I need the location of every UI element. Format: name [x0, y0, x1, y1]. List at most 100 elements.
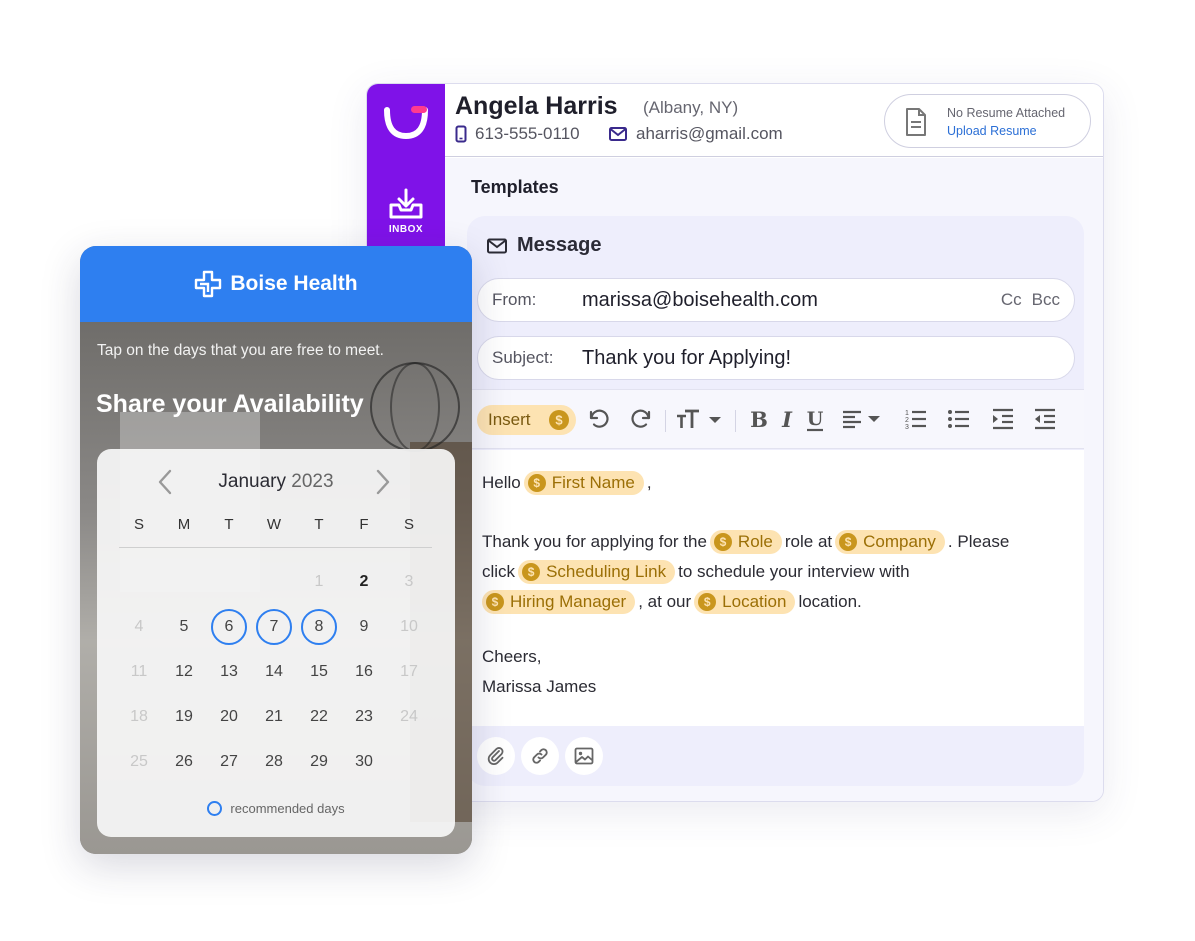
calendar-day[interactable]: 3	[389, 562, 429, 602]
contact-header: Angela Harris (Albany, NY) 613-555-0110 …	[445, 84, 1103, 157]
calendar-day-recommended[interactable]: 7	[256, 609, 292, 645]
redo-icon[interactable]	[629, 407, 653, 431]
email-panel: INBOX Angela Harris (Albany, NY) 613-555…	[366, 83, 1104, 802]
body-line: Marissa James	[482, 677, 596, 697]
outdent-icon[interactable]	[1033, 407, 1057, 431]
italic-icon[interactable]: I	[777, 407, 797, 431]
from-field[interactable]: From: marissa@boisehealth.com Cc Bcc	[477, 278, 1075, 322]
message-body-editor[interactable]: Hello $ First Name , Thank you for applyi…	[467, 450, 1084, 726]
contact-phone-text: 613-555-0110	[475, 124, 580, 143]
inbox-icon	[389, 188, 423, 219]
svg-text:1: 1	[905, 410, 909, 417]
calendar-day-recommended[interactable]: 8	[301, 609, 337, 645]
calendar-day[interactable]: 30	[344, 742, 384, 782]
calendar-day[interactable]: 20	[209, 697, 249, 737]
body-line: Thank you for applying for the $ Role rol…	[482, 530, 1009, 554]
calendar-day[interactable]: 13	[209, 652, 249, 692]
calendar-divider	[119, 547, 432, 548]
toolbar-divider	[735, 410, 736, 432]
token-first-name[interactable]: $ First Name	[523, 471, 644, 495]
svg-text:3: 3	[905, 424, 909, 431]
calendar-day[interactable]: 25	[119, 742, 159, 782]
calendar-day[interactable]: 28	[254, 742, 294, 782]
svg-text:B: B	[750, 407, 768, 431]
calendar-day[interactable]: 27	[209, 742, 249, 782]
image-icon	[574, 747, 594, 765]
calendar-day[interactable]: 14	[254, 652, 294, 692]
link-icon	[532, 748, 548, 764]
subject-field[interactable]: Subject: Thank you for Applying!	[477, 336, 1075, 380]
contact-name: Angela Harris	[455, 92, 618, 120]
from-label: From:	[492, 290, 537, 309]
subject-value[interactable]: Thank you for Applying!	[582, 347, 972, 370]
undo-icon[interactable]	[587, 407, 611, 431]
chevron-right-icon[interactable]	[375, 469, 391, 495]
calendar: January 2023 SMTWTFS 1 2 3 4 5 6 7 8 9 10 11 12 13 14…	[97, 449, 455, 837]
contact-phone[interactable]: 613-555-0110	[455, 124, 580, 144]
weekday-label: S	[403, 516, 414, 533]
calendar-day[interactable]: 23	[344, 697, 384, 737]
sidebar-item-inbox[interactable]: INBOX	[367, 188, 445, 246]
phone-icon	[455, 125, 467, 143]
greeting-text: Hello	[482, 473, 521, 492]
body-line: Hello $ First Name ,	[482, 471, 652, 495]
text-size-icon[interactable]	[675, 407, 725, 431]
calendar-day[interactable]: 18	[119, 697, 159, 737]
toolbar-divider	[665, 410, 666, 432]
bullet-list-icon[interactable]	[947, 407, 971, 431]
calendar-day[interactable]: 12	[164, 652, 204, 692]
contact-email[interactable]: aharris@gmail.com	[609, 124, 783, 144]
token-company[interactable]: $ Company	[835, 530, 945, 554]
calendar-day[interactable]: 10	[389, 607, 429, 647]
content-area: Templates Message From: marissa@boisehea…	[445, 158, 1103, 801]
svg-text:I: I	[781, 407, 793, 431]
from-value[interactable]: marissa@boisehealth.com	[582, 289, 972, 312]
cc-button[interactable]: Cc	[1001, 290, 1022, 310]
envelope-icon	[487, 238, 507, 253]
insert-button[interactable]: Insert $	[477, 405, 576, 435]
calendar-day[interactable]: 4	[119, 607, 159, 647]
body-text: to schedule your interview with	[678, 562, 910, 581]
svg-text:2: 2	[905, 417, 909, 424]
calendar-day[interactable]: 1	[299, 562, 339, 602]
bold-icon[interactable]: B	[749, 407, 769, 431]
resume-box: No Resume Attached Upload Resume	[884, 94, 1091, 148]
svg-text:U: U	[807, 408, 824, 430]
token-hiring-manager[interactable]: $ Hiring Manager	[482, 590, 636, 614]
calendar-day[interactable]: 24	[389, 697, 429, 737]
calendar-day[interactable]: 22	[299, 697, 339, 737]
token-scheduling-link[interactable]: $ Scheduling Link	[518, 560, 676, 584]
token-role[interactable]: $ Role	[709, 530, 782, 554]
numbered-list-icon[interactable]: 1 2 3	[904, 407, 928, 431]
indent-icon[interactable]	[991, 407, 1015, 431]
dollar-coin-icon: $	[527, 474, 546, 492]
token-location[interactable]: $ Location	[694, 590, 796, 614]
calendar-day[interactable]: 2	[344, 562, 384, 602]
calendar-day[interactable]: 9	[344, 607, 384, 647]
signoff-text: Cheers,	[482, 647, 542, 666]
calendar-day[interactable]: 5	[164, 607, 204, 647]
calendar-day[interactable]: 17	[389, 652, 429, 692]
insert-link-button[interactable]	[521, 737, 559, 775]
weekday-label: T	[224, 516, 234, 533]
token-label: Company	[863, 532, 936, 551]
calendar-day-recommended[interactable]: 6	[211, 609, 247, 645]
calendar-day[interactable]: 11	[119, 652, 159, 692]
message-card: Message From: marissa@boisehealth.com Cc…	[467, 216, 1084, 786]
align-icon[interactable]	[841, 407, 885, 431]
body-text: location.	[798, 592, 862, 611]
calendar-day[interactable]: 19	[164, 697, 204, 737]
dollar-coin-icon: $	[486, 593, 504, 611]
insert-image-button[interactable]	[565, 737, 603, 775]
bcc-button[interactable]: Bcc	[1032, 290, 1060, 310]
attach-file-button[interactable]	[477, 737, 515, 775]
upload-resume-link[interactable]: Upload Resume	[947, 124, 1037, 138]
token-label: Role	[737, 532, 773, 551]
calendar-day[interactable]: 29	[299, 742, 339, 782]
calendar-day[interactable]: 15	[299, 652, 339, 692]
mail-icon	[609, 127, 627, 141]
calendar-day[interactable]: 26	[164, 742, 204, 782]
calendar-day[interactable]: 21	[254, 697, 294, 737]
calendar-day[interactable]: 16	[344, 652, 384, 692]
underline-icon[interactable]: U	[805, 407, 825, 433]
